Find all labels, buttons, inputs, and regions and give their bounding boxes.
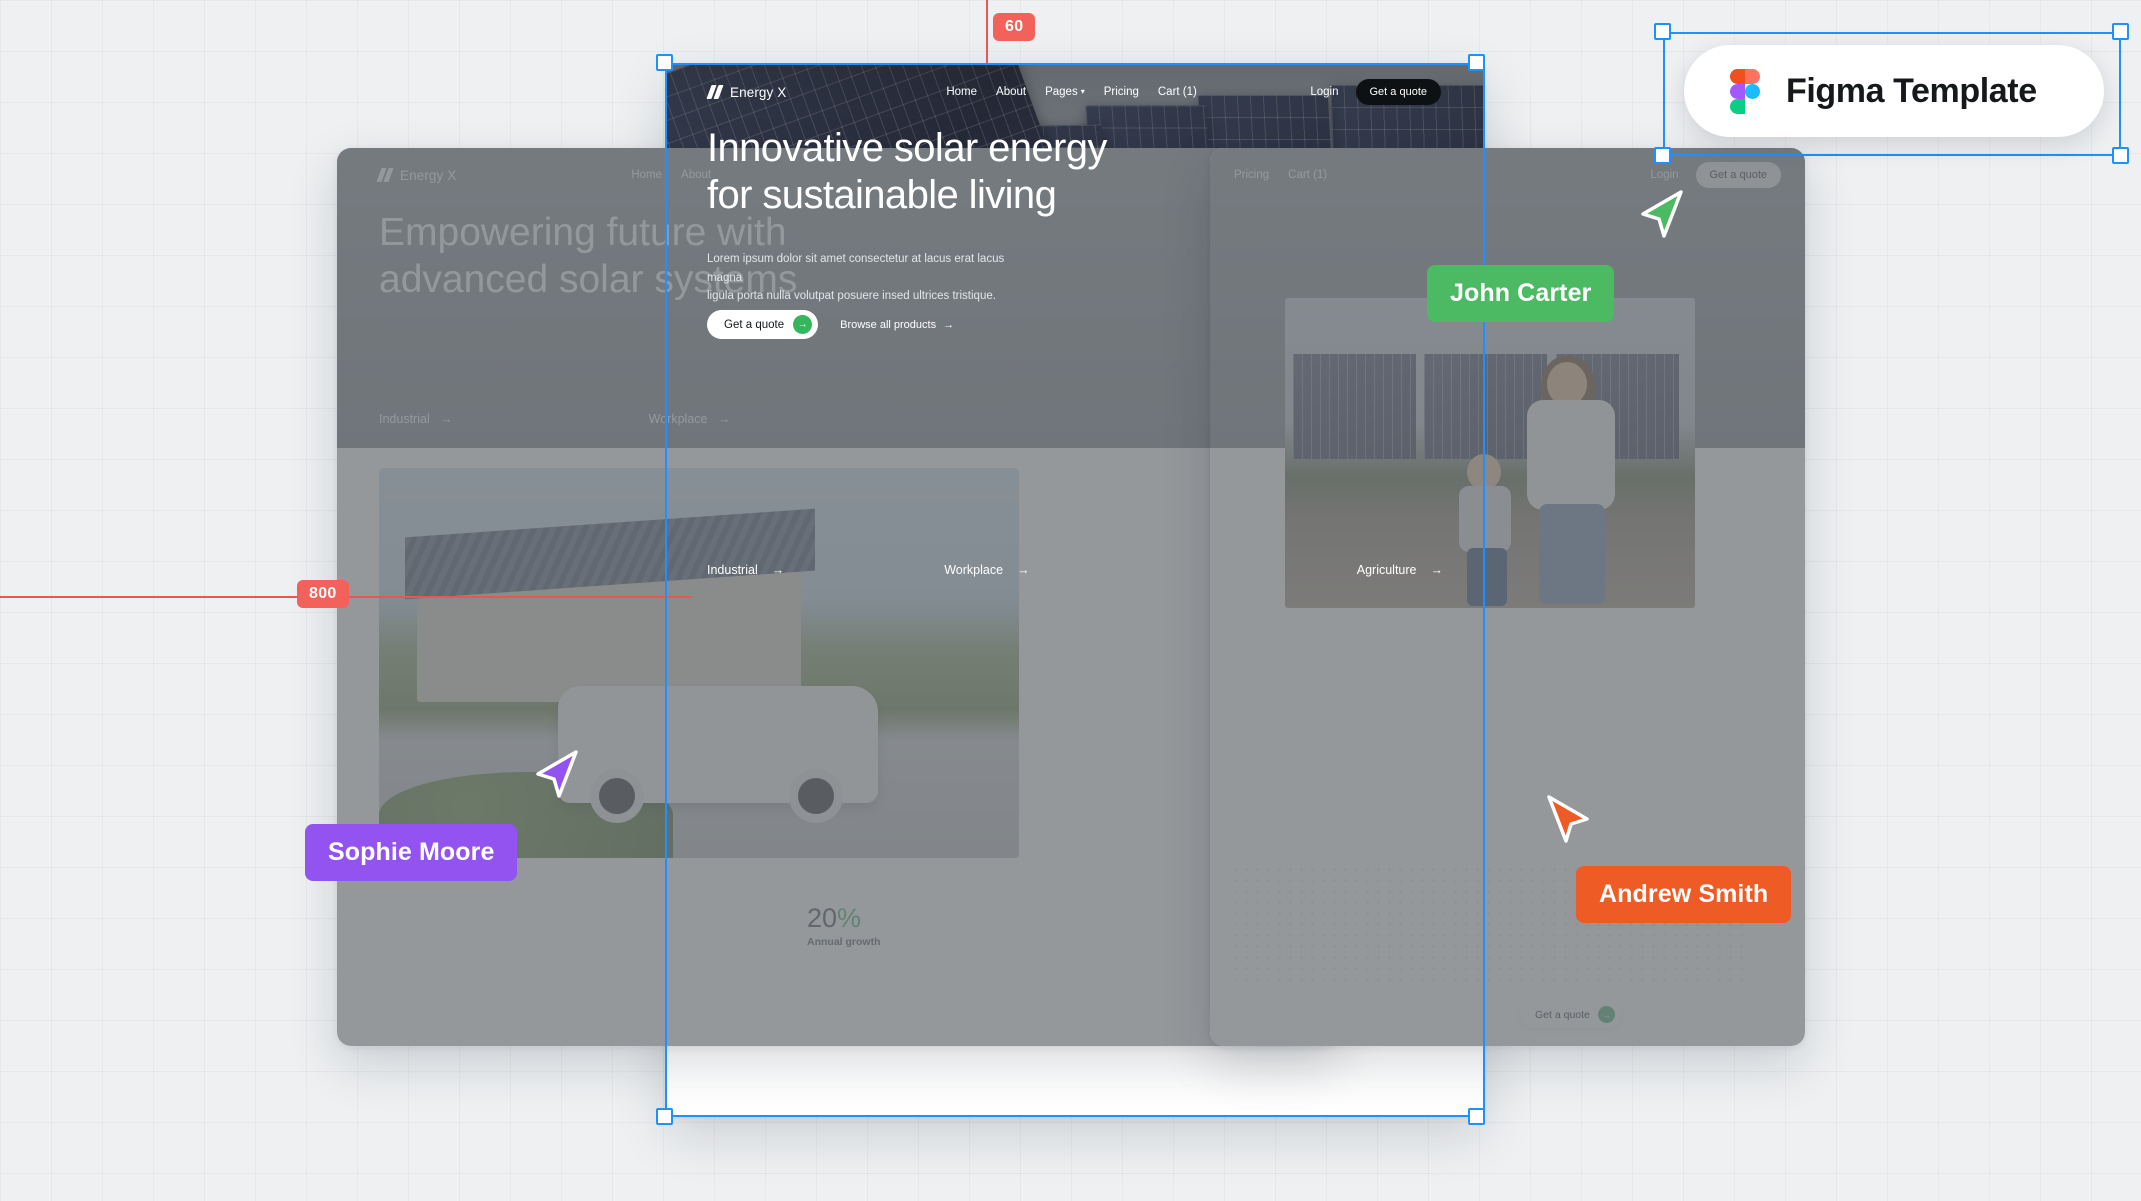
selection-handle-top-left[interactable] [656, 54, 673, 71]
hero-category-agriculture[interactable]: Agriculture → [1357, 563, 1443, 577]
get-a-quote-button[interactable]: Get a quote [1355, 79, 1441, 105]
left-card-stat: 20% Annual growth [807, 903, 881, 948]
arrow-right-icon: → [943, 318, 955, 331]
energy-x-logo-icon [376, 168, 394, 182]
nav-links: Home About Pages ▾ Pricing Cart (1) [946, 86, 1197, 98]
brand-label: Energy X [730, 84, 787, 100]
chevron-down-icon: ▾ [1080, 87, 1085, 97]
cursor-john-carter [1641, 190, 1683, 238]
left-card-brand[interactable]: Energy X [376, 167, 457, 183]
arrow-right-icon: → [1017, 563, 1030, 577]
hero-get-a-quote-button[interactable]: Get a quote → [707, 310, 819, 339]
hero-content: Energy X Home About Pages ▾ Pricing Cart … [667, 65, 1483, 605]
measurement-guide-horizontal-2 [382, 596, 692, 598]
arrow-right-icon: → [771, 563, 785, 577]
figma-badge-handle-bottom-left[interactable] [1654, 147, 1671, 164]
login-link[interactable]: Login [1310, 86, 1338, 98]
name-badge-andrew-smith: Andrew Smith [1576, 866, 1792, 923]
nav-item-pricing[interactable]: Pricing [1104, 86, 1139, 98]
name-badge-john-carter: John Carter [1427, 265, 1615, 322]
nav-right-group: Login Get a quote [1310, 79, 1441, 105]
measurement-guide-vertical [986, 0, 988, 63]
figma-template-badge[interactable]: Figma Template [1684, 45, 2104, 137]
brand[interactable]: Energy X [706, 84, 787, 100]
right-card-nav-right: Login Get a quote [1650, 162, 1781, 188]
nav-item-home[interactable]: Home [946, 86, 977, 98]
main-nav: Energy X Home About Pages ▾ Pricing Cart … [706, 65, 1443, 119]
arrow-right-icon: → [1430, 563, 1444, 577]
cursor-andrew-smith [1547, 795, 1589, 843]
browse-all-products-link[interactable]: Browse all products → [840, 319, 954, 331]
left-card-brand-label: Energy X [400, 167, 457, 183]
figma-logo-icon [1730, 68, 1760, 114]
right-card-login-link[interactable]: Login [1650, 169, 1678, 181]
car-wheel [590, 768, 645, 823]
figma-badge-handle-bottom-right[interactable] [2112, 147, 2129, 164]
left-card-category-industrial[interactable]: Industrial → [379, 412, 453, 426]
nav-item-pages[interactable]: Pages ▾ [1045, 86, 1085, 98]
selection-handle-bottom-right[interactable] [1468, 1108, 1485, 1125]
figma-badge-handle-top-right[interactable] [2112, 23, 2129, 40]
hero-section: Energy X Home About Pages ▾ Pricing Cart … [667, 65, 1483, 605]
car-wheel [788, 768, 843, 823]
figma-template-label: Figma Template [1786, 71, 2037, 110]
right-card-get-a-quote-button[interactable]: Get a quote [1695, 162, 1781, 188]
arrow-right-icon: → [1597, 1006, 1615, 1023]
figma-badge-handle-top-left[interactable] [1654, 23, 1671, 40]
hero-category-links: Industrial → Workplace → Agriculture → [667, 563, 1483, 577]
hero-title: Innovative solar energy for sustainable … [707, 126, 1107, 218]
name-badge-sophie-moore: Sophie Moore [305, 824, 518, 881]
nav-item-about[interactable]: About [996, 86, 1026, 98]
measurement-badge-800: 800 [297, 580, 349, 608]
arrow-right-icon: → [793, 315, 813, 334]
hero-category-industrial[interactable]: Industrial → [707, 563, 784, 577]
right-card-bottom-quote-button[interactable]: Get a quote → [1520, 1001, 1621, 1028]
cursor-sophie-moore [536, 750, 578, 798]
selection-handle-top-right[interactable] [1468, 54, 1485, 71]
hero-subtitle: Lorem ipsum dolor sit amet consectetur a… [707, 253, 1005, 303]
nav-item-cart[interactable]: Cart (1) [1158, 86, 1197, 98]
selection-handle-bottom-left[interactable] [656, 1108, 673, 1125]
hero-category-workplace[interactable]: Workplace → [944, 563, 1029, 577]
energy-x-logo-icon [706, 85, 724, 99]
hero-cta-group: Get a quote → Browse all products → [707, 310, 954, 339]
measurement-badge-60: 60 [993, 13, 1036, 41]
left-card-nav-home[interactable]: Home [631, 169, 662, 181]
woman-figure [1515, 356, 1625, 604]
